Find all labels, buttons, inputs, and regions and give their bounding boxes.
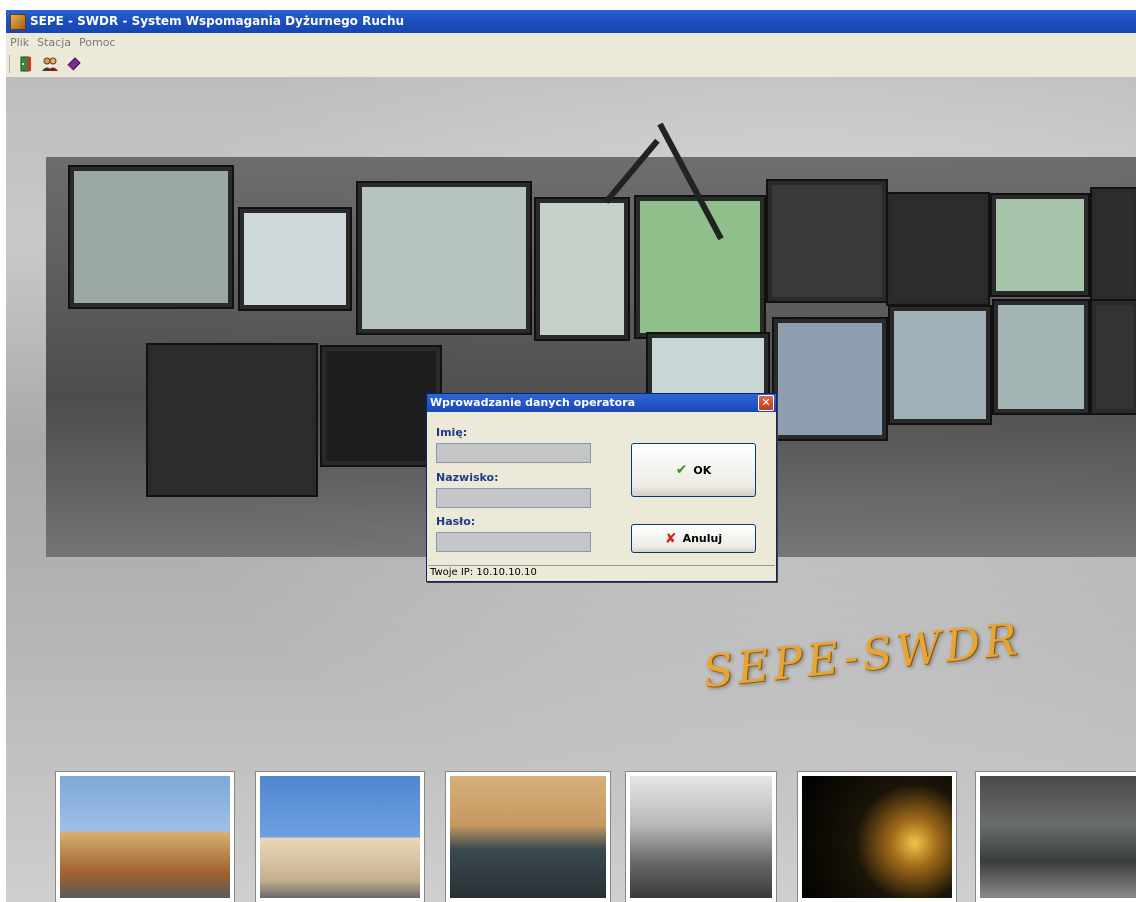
monitor bbox=[1090, 299, 1136, 415]
book-button[interactable] bbox=[63, 53, 85, 75]
monitor bbox=[146, 343, 318, 497]
menu-pomoc[interactable]: Pomoc bbox=[75, 36, 119, 49]
first-name-label: Imię: bbox=[436, 426, 468, 439]
dialog-title: Wprowadzanie danych operatora bbox=[430, 396, 636, 409]
monitor bbox=[534, 197, 630, 341]
cross-icon: ✘ bbox=[664, 530, 677, 547]
monitor bbox=[886, 192, 990, 306]
dialog-title-bar[interactable]: Wprowadzanie danych operatora ✕ bbox=[427, 394, 776, 412]
password-input[interactable] bbox=[436, 532, 591, 552]
monitor bbox=[990, 193, 1090, 297]
window-title: SEPE - SWDR - System Wspomagania Dyżurne… bbox=[30, 14, 405, 28]
photo-thumbnail-strip bbox=[6, 772, 1136, 902]
book-icon bbox=[67, 57, 81, 71]
menu-plik[interactable]: Plik bbox=[6, 36, 33, 49]
last-name-label: Nazwisko: bbox=[436, 471, 499, 484]
users-icon bbox=[42, 57, 58, 71]
station-photo-thumbnail bbox=[976, 772, 1136, 902]
menu-bar: Plik Stacja Pomoc bbox=[6, 33, 1136, 51]
ok-label: OK bbox=[693, 463, 712, 477]
close-icon: ✕ bbox=[761, 396, 771, 409]
station-photo-thumbnail bbox=[626, 772, 776, 902]
last-name-input[interactable] bbox=[436, 488, 591, 508]
monitor bbox=[238, 207, 352, 311]
cancel-button[interactable]: ✘ Anuluj bbox=[631, 524, 756, 553]
first-name-input[interactable] bbox=[436, 443, 591, 463]
station-photo-thumbnail bbox=[256, 772, 424, 902]
station-photo-thumbnail bbox=[56, 772, 234, 902]
app-icon bbox=[10, 13, 26, 30]
close-button[interactable]: ✕ bbox=[758, 395, 774, 411]
ip-status-bar: Twoje IP: 10.10.10.10 bbox=[428, 565, 775, 580]
ok-button[interactable]: ✔ OK bbox=[631, 443, 756, 497]
monitor bbox=[888, 305, 992, 425]
toolbar bbox=[6, 51, 1136, 78]
monitor bbox=[992, 299, 1090, 415]
monitor bbox=[1090, 187, 1136, 301]
station-photo-thumbnail bbox=[446, 772, 610, 902]
monitor bbox=[356, 181, 532, 335]
users-button[interactable] bbox=[39, 53, 61, 75]
monitor bbox=[68, 165, 234, 309]
exit-door-button[interactable] bbox=[15, 53, 37, 75]
operator-login-dialog: Wprowadzanie danych operatora ✕ Imię: Na… bbox=[426, 393, 777, 582]
toolbar-separator bbox=[9, 55, 10, 73]
cancel-label: Anuluj bbox=[682, 532, 723, 545]
monitor bbox=[772, 317, 888, 441]
station-photo-thumbnail bbox=[798, 772, 956, 902]
password-label: Hasło: bbox=[436, 515, 476, 528]
brand-logo-text: SEPE-SWDR bbox=[700, 613, 1024, 698]
menu-stacja[interactable]: Stacja bbox=[33, 36, 75, 49]
checkmark-icon: ✔ bbox=[675, 462, 688, 478]
monitor bbox=[320, 345, 442, 467]
window-title-bar[interactable]: SEPE - SWDR - System Wspomagania Dyżurne… bbox=[6, 10, 1136, 33]
monitor bbox=[766, 179, 888, 303]
monitor bbox=[634, 195, 766, 339]
exit-door-icon bbox=[20, 56, 31, 72]
